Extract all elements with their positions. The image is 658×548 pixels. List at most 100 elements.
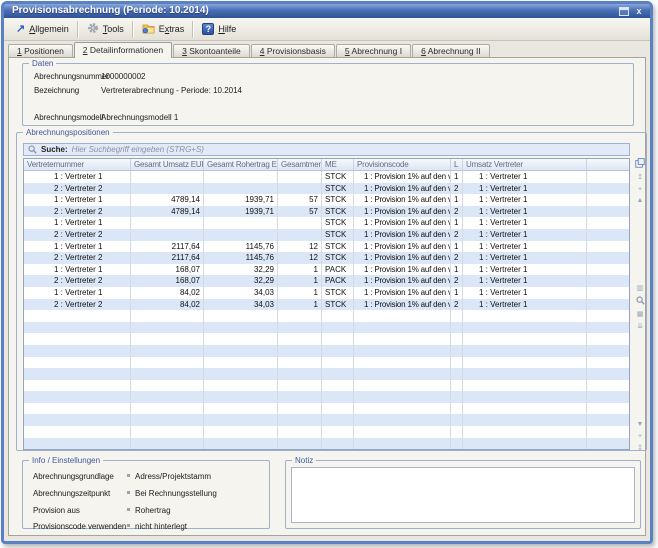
info-value-abrechnungszeitpunkt: Bei Rechnungsstellung [135,489,217,498]
group-abrechnungspositionen: Abrechnungspositionen Suche: Vertreternu… [16,132,647,451]
cell-rohertrag: 1145,76 [204,241,278,253]
info-label-abrechnungsgrundlage: Abrechnungsgrundlage [33,472,114,481]
cell-code: 1 : Provision 1% auf den ve [354,183,451,195]
toolbar-label-tools: Tools [103,24,124,34]
tab-positionen[interactable]: 1 Positionen [8,44,73,57]
table-row[interactable]: 2 : Vertreter 2168,0732,291PACK1 : Provi… [24,275,629,287]
cell-me: STCK [322,229,354,241]
cell-code [354,380,451,392]
tab-skontoanteile[interactable]: 3 Skontoanteile [173,44,250,57]
cell-vn [24,380,131,392]
table-row[interactable]: 1 : Vertreter 1STCK1 : Provision 1% auf … [24,217,629,229]
expand-rows-icon[interactable]: ⇊ [634,321,646,332]
cell-vn [24,438,131,449]
tab-abrechnung-1[interactable]: 5 Abrechnung I [336,44,411,57]
cell-me [322,414,354,426]
bullet-icon [127,474,130,477]
scroll-up-icon[interactable]: ▲ [634,195,646,206]
table-row[interactable]: 1 : Vertreter 1168,0732,291PACK1 : Provi… [24,264,629,276]
cell-l [451,380,463,392]
scroll-last-icon[interactable]: ↧ [634,443,646,454]
toolbar-button-allgemein[interactable]: ↗ Allgemein [10,22,75,37]
cell-me [322,368,354,380]
close-button[interactable]: x [634,6,644,16]
table-side-toolbar: ↥+▲▥▦⇊▼+↧ [633,158,647,450]
column-header[interactable]: Gesamt Umsatz EUR [131,159,204,170]
grid-icon[interactable]: ▦ [634,309,646,320]
scroll-first-icon[interactable]: ↥ [634,172,646,183]
cell-vn: 1 : Vertreter 1 [24,287,131,299]
cell-filler [587,194,629,206]
cell-filler [587,241,629,253]
column-chooser-icon[interactable] [634,158,646,169]
row-move-up-icon[interactable]: + [634,184,646,195]
column-header[interactable]: Gesamtmenge [278,159,322,170]
row-move-down-icon[interactable]: + [634,431,646,442]
window-controls: x [619,6,644,16]
table-row[interactable]: 2 : Vertreter 2STCK1 : Provision 1% auf … [24,183,629,195]
cell-rohertrag [204,310,278,322]
cell-vn: 1 : Vertreter 1 [24,194,131,206]
cell-l [451,391,463,403]
cell-me: STCK [322,299,354,311]
table-row[interactable]: 1 : Vertreter 12117,641145,7612STCK1 : P… [24,241,629,253]
cell-vn [24,357,131,369]
table-row[interactable]: 2 : Vertreter 24789,141939,7157STCK1 : P… [24,206,629,218]
table-row[interactable]: 1 : Vertreter 14789,141939,7157STCK1 : P… [24,194,629,206]
table-header: VertreternummerGesamt Umsatz EURGesamt R… [24,159,629,171]
toolbar-button-extras[interactable]: Extras [136,21,191,38]
cell-filler [587,414,629,426]
table-row[interactable]: 2 : Vertreter 22117,641145,7612STCK1 : P… [24,252,629,264]
details-icon[interactable]: ▥ [634,283,646,294]
cell-l [451,438,463,449]
column-header[interactable]: Provisionscode [354,159,451,170]
tab-bar: 1 Positionen 2 Detailinformationen 3 Sko… [8,42,491,58]
cell-menge [278,333,322,345]
cell-filler [587,183,629,195]
magnifier-icon[interactable] [634,296,646,307]
tab-abrechnung-2[interactable]: 6 Abrechnung II [412,44,490,57]
cell-umsatz [131,333,204,345]
search-input[interactable] [72,144,625,155]
cell-rohertrag [204,183,278,195]
cell-umsatz: 168,07 [131,275,204,287]
cell-code [354,403,451,415]
column-header[interactable]: ME [322,159,354,170]
cell-me: STCK [322,217,354,229]
info-label-provision-aus: Provision aus [33,506,80,515]
column-header[interactable]: Vertreternummer [24,159,131,170]
tab-provisionsbasis[interactable]: 4 Provisionsbasis [251,44,335,57]
toolbar-button-hilfe[interactable]: ? Hilfe [196,21,242,37]
column-header[interactable]: Gesamt Rohertrag EUR [204,159,278,170]
table-row[interactable]: 1 : Vertreter 184,0234,031STCK1 : Provis… [24,287,629,299]
cell-me [322,391,354,403]
restore-button[interactable] [619,7,629,16]
column-header-filler [587,159,629,170]
toolbar-button-tools[interactable]: Tools [81,20,130,38]
cell-uv [463,322,587,334]
cell-filler [587,252,629,264]
info-value-provision-aus: Rohertrag [135,506,171,515]
table-row[interactable]: 1 : Vertreter 1STCK1 : Provision 1% auf … [24,171,629,183]
cell-l [451,345,463,357]
notiz-textarea[interactable] [291,467,635,523]
cell-vn: 2 : Vertreter 2 [24,183,131,195]
scroll-down-icon[interactable]: ▼ [634,419,646,430]
cell-code [354,438,451,449]
cell-rohertrag: 34,03 [204,299,278,311]
column-header[interactable]: Umsatz Vertreter [463,159,587,170]
cell-me [322,357,354,369]
cell-code [354,310,451,322]
table-row[interactable]: 2 : Vertreter 284,0234,031STCK1 : Provis… [24,299,629,311]
info-label-provisionscode-verwenden: Provisionscode verwenden [33,522,126,531]
cell-filler [587,380,629,392]
cell-l [451,414,463,426]
cell-l [451,322,463,334]
cell-umsatz [131,403,204,415]
cell-uv: 1 : Vertreter 1 [463,252,587,264]
column-header[interactable]: L [451,159,463,170]
table-body: 1 : Vertreter 1 STCK 1 : Provision 1% auf … [24,171,629,449]
tab-detailinformationen[interactable]: 2 Detailinformationen [74,42,172,58]
table-row[interactable]: 2 : Vertreter 2STCK1 : Provision 1% auf … [24,229,629,241]
cell-me: PACK [322,264,354,276]
